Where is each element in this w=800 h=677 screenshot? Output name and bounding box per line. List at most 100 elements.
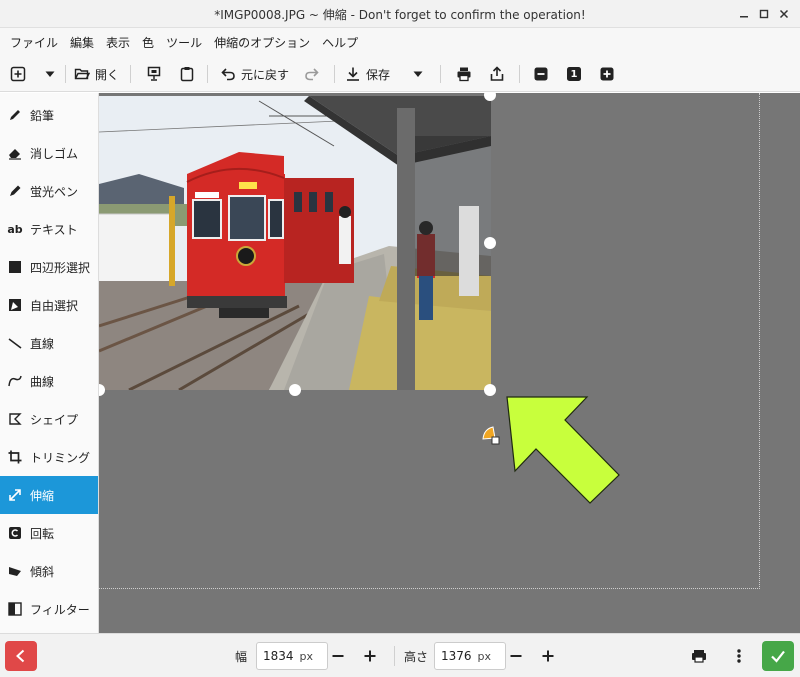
open-button[interactable]: 開く — [74, 62, 119, 86]
tool-label: 消しゴム — [30, 146, 79, 161]
save-dropdown[interactable] — [412, 62, 424, 86]
image-from-selection-button[interactable] — [146, 62, 162, 86]
menu-scale-options[interactable]: 伸縮のオプション — [208, 34, 316, 51]
undo-label: 元に戻す — [241, 67, 290, 82]
download-icon — [345, 66, 361, 82]
cancel-button[interactable] — [5, 641, 37, 671]
height-value: 1376 — [441, 649, 472, 663]
tool-scale[interactable]: 伸縮 — [0, 476, 98, 514]
caret-down-icon — [412, 68, 424, 80]
tool-skew[interactable]: 傾斜 — [0, 552, 98, 590]
lock-ratio-button[interactable] — [686, 643, 712, 669]
toolbar-separator — [519, 65, 520, 83]
menu-bar: ファイル 編集 表示 色 ツール 伸縮のオプション ヘルプ — [0, 28, 800, 56]
redo-icon — [304, 66, 320, 82]
tool-curve[interactable]: 曲線 — [0, 362, 98, 400]
save-button[interactable]: 保存 — [345, 62, 390, 86]
menu-help[interactable]: ヘルプ — [316, 34, 364, 51]
menu-view[interactable]: 表示 — [100, 34, 136, 51]
zoom-out-button[interactable] — [534, 62, 548, 86]
tool-shape[interactable]: シェイプ — [0, 400, 98, 438]
new-icon — [10, 66, 26, 82]
printer-lock-icon — [692, 650, 706, 663]
export-button[interactable] — [489, 62, 505, 86]
zoom-original-button[interactable]: 1 — [567, 62, 581, 86]
tool-label: 鉛筆 — [30, 108, 55, 123]
tool-filter[interactable]: フィルター — [0, 590, 98, 628]
tool-free-select[interactable]: 自由選択 — [0, 286, 98, 324]
menu-file[interactable]: ファイル — [4, 34, 64, 51]
menu-edit[interactable]: 編集 — [64, 34, 100, 51]
crop-icon — [8, 450, 22, 464]
chevron-left-icon — [16, 649, 25, 663]
window-title: *IMGP0008.JPG ~ 伸縮 - Don't forget to con… — [214, 8, 586, 22]
share-icon — [489, 66, 505, 82]
rect-select-icon — [8, 260, 22, 274]
toolbar: 開く 元に戻す 保存 1 — [0, 56, 800, 92]
paste-button[interactable] — [179, 62, 195, 86]
bottom-bar: 幅 1834 px 高さ 1376 px — [0, 633, 800, 677]
tool-label: 傾斜 — [30, 564, 55, 579]
tool-line[interactable]: 直線 — [0, 324, 98, 362]
skew-icon — [8, 564, 22, 578]
printer-icon — [456, 66, 472, 82]
tool-rect-select[interactable]: 四辺形選択 — [0, 248, 98, 286]
annotation-arrow-icon — [506, 396, 620, 504]
tool-text[interactable]: ab テキスト — [0, 210, 98, 248]
tool-eraser[interactable]: 消しゴム — [0, 134, 98, 172]
height-field[interactable]: 1376 px — [434, 642, 506, 670]
tool-label: フィルター — [30, 602, 90, 617]
width-value: 1834 — [263, 649, 294, 663]
minimize-icon[interactable] — [734, 4, 754, 24]
resize-handle-bottom-right[interactable] — [484, 384, 496, 396]
width-decrease-button[interactable] — [324, 642, 352, 670]
apply-button[interactable] — [762, 641, 794, 671]
line-icon — [8, 336, 22, 350]
tool-label: 曲線 — [30, 374, 55, 389]
zoom-in-button[interactable] — [600, 62, 614, 86]
new-dropdown[interactable] — [44, 62, 56, 86]
pencil-icon — [8, 108, 22, 122]
redo-button[interactable] — [304, 62, 320, 86]
caret-down-icon — [44, 68, 56, 80]
tool-label: テキスト — [30, 222, 78, 237]
maximize-icon[interactable] — [754, 4, 774, 24]
resize-handle-bottom[interactable] — [289, 384, 301, 396]
toolbar-separator — [334, 65, 335, 83]
title-bar: *IMGP0008.JPG ~ 伸縮 - Don't forget to con… — [0, 0, 800, 28]
tool-label: 四辺形選択 — [30, 260, 91, 275]
tool-rotate[interactable]: 回転 — [0, 514, 98, 552]
height-increase-button[interactable] — [534, 642, 562, 670]
undo-button[interactable]: 元に戻す — [220, 62, 289, 86]
new-button[interactable] — [10, 62, 26, 86]
toolbar-separator — [440, 65, 441, 83]
tool-crop[interactable]: トリミング — [0, 438, 98, 476]
tool-label: 伸縮 — [30, 488, 55, 503]
close-icon[interactable] — [774, 4, 794, 24]
width-field[interactable]: 1834 px — [256, 642, 328, 670]
highlighter-icon — [8, 184, 22, 198]
canvas-area[interactable] — [99, 93, 800, 633]
tool-label: シェイプ — [30, 412, 79, 427]
height-unit: px — [477, 649, 492, 663]
menu-color[interactable]: 色 — [136, 34, 160, 51]
clipboard-icon — [179, 66, 195, 82]
image-preview[interactable] — [99, 96, 491, 390]
tool-label: 直線 — [30, 336, 55, 351]
undo-icon — [220, 66, 236, 82]
minus-icon — [332, 655, 344, 657]
width-increase-button[interactable] — [356, 642, 384, 670]
toolbar-separator — [207, 65, 208, 83]
tool-pencil[interactable]: 鉛筆 — [0, 96, 98, 134]
shape-icon — [8, 412, 22, 426]
height-decrease-button[interactable] — [502, 642, 530, 670]
resize-handle-right[interactable] — [484, 237, 496, 249]
zoom-in-icon — [600, 67, 614, 81]
print-button[interactable] — [456, 62, 472, 86]
scale-icon — [8, 488, 22, 502]
menu-tools[interactable]: ツール — [160, 34, 208, 51]
more-options-button[interactable] — [726, 643, 752, 669]
text-icon: ab — [7, 222, 23, 236]
free-select-icon — [8, 298, 22, 312]
tool-highlighter[interactable]: 蛍光ペン — [0, 172, 98, 210]
